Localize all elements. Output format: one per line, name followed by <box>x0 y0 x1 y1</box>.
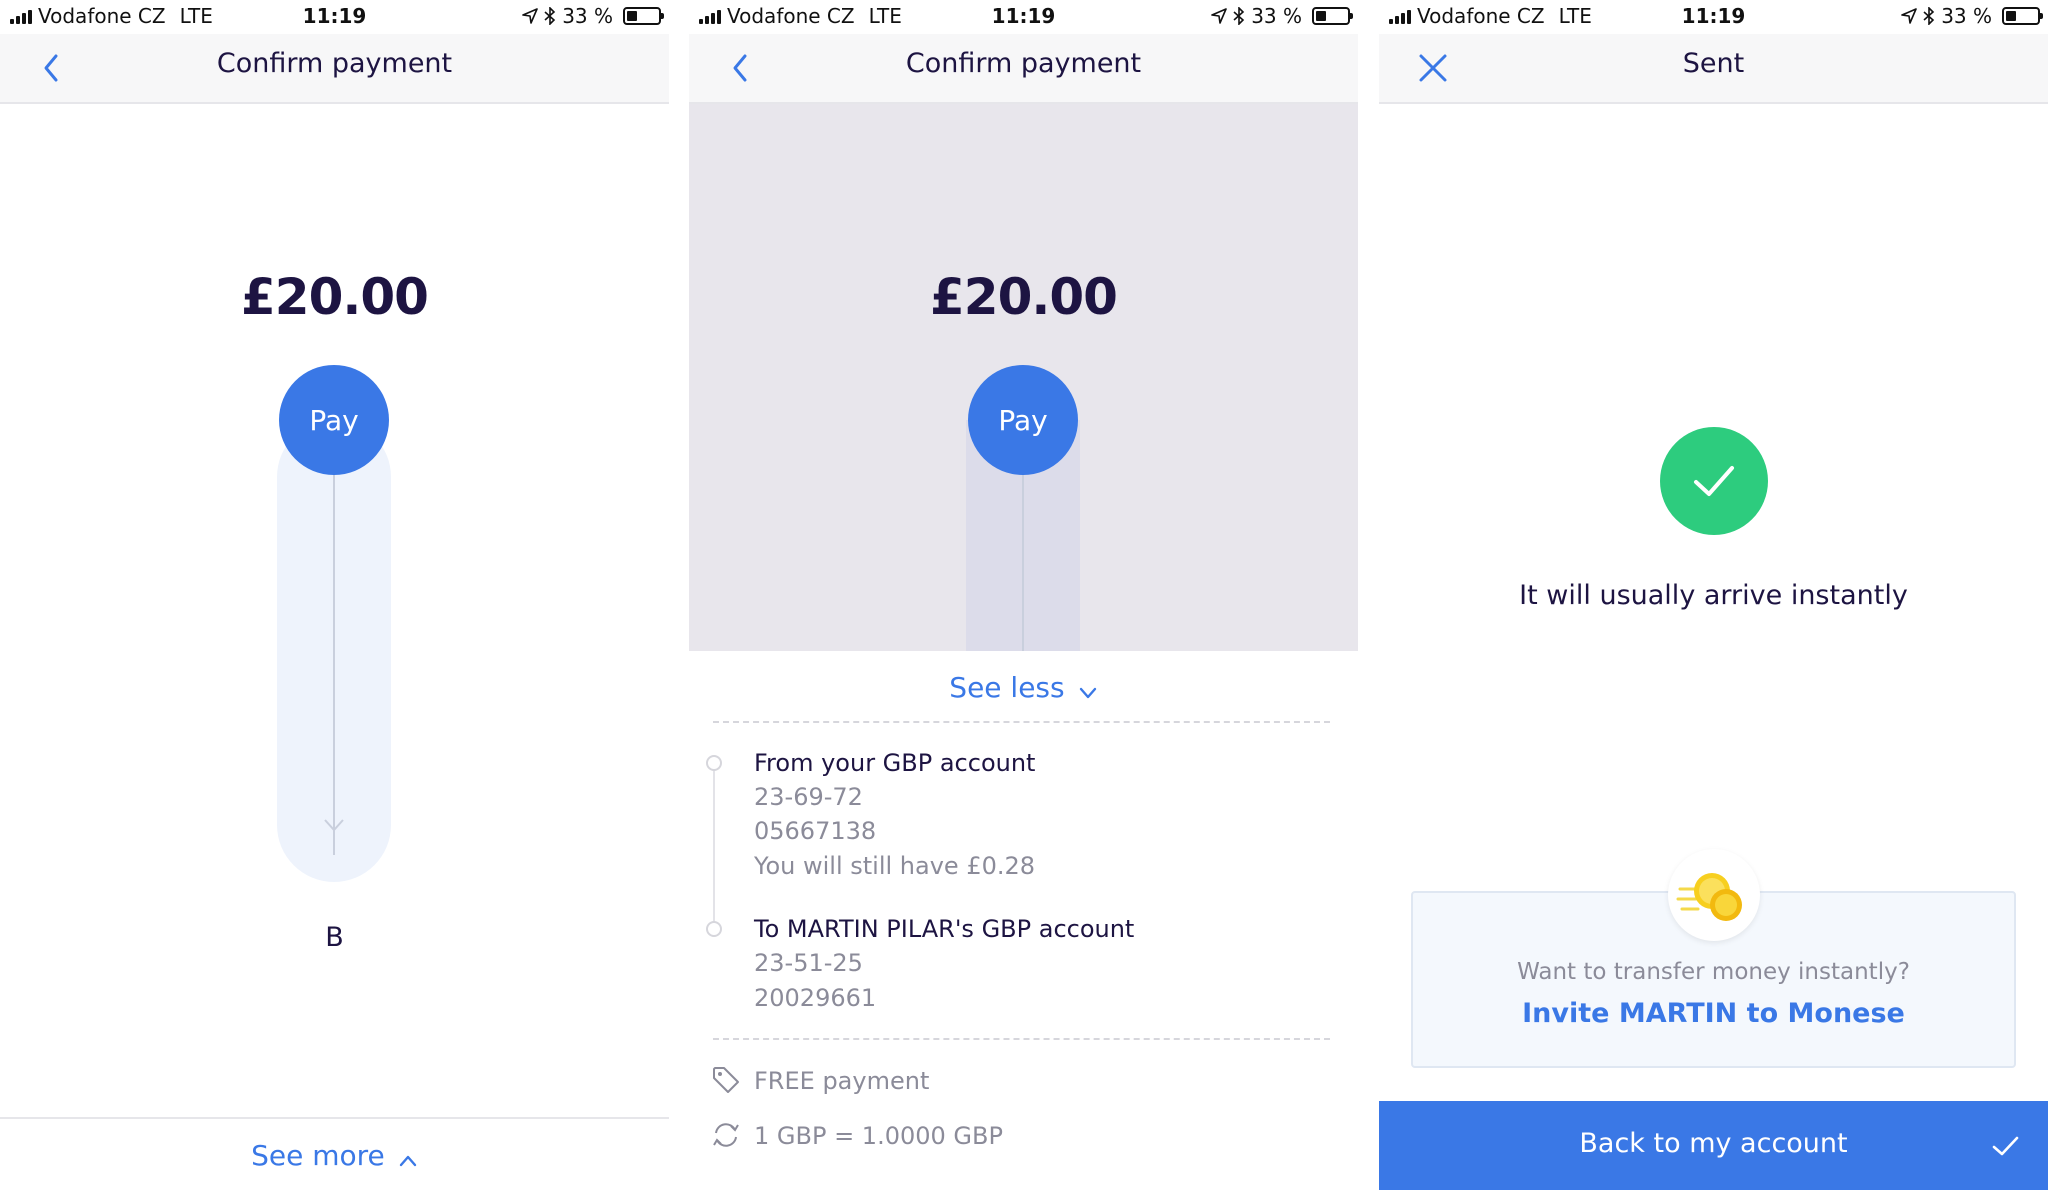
battery-percent: 33 % <box>1251 4 1302 28</box>
battery-icon <box>623 7 664 25</box>
price-tag-icon <box>713 1067 739 1093</box>
payment-amount: £20.00 <box>930 268 1118 326</box>
chevron-up-icon <box>399 1155 417 1166</box>
exchange-rate-text: 1 GBP = 1.0000 GBP <box>754 1122 1003 1150</box>
divider <box>713 1038 1330 1040</box>
back-to-account-button[interactable]: Back to my account <box>1379 1101 2048 1190</box>
swipe-target-label: B <box>325 922 344 953</box>
arrow-down-icon <box>324 819 344 832</box>
payment-details-panel: See less From your GBP account 23-69-72 … <box>689 651 1358 1190</box>
dimmed-payment-area: £20.00 Pay <box>689 104 1358 651</box>
invite-question: Want to transfer money instantly? <box>1517 959 1910 985</box>
cta-label: Back to my account <box>1579 1128 1848 1159</box>
battery-percent: 33 % <box>562 4 613 28</box>
remaining-balance: You will still have £0.28 <box>754 852 1036 880</box>
confirm-payment-details-screen: Vodafone CZ LTE 11:19 33 % Confirm payme… <box>689 0 1358 1190</box>
swipe-track-line <box>333 450 335 855</box>
see-more-bar: See more <box>0 1117 669 1190</box>
swipe-track <box>277 420 391 882</box>
fee-text: FREE payment <box>754 1067 930 1095</box>
from-sort-code: 23-69-72 <box>754 783 863 811</box>
battery-percent: 33 % <box>1941 4 1992 28</box>
pay-slider-button[interactable]: Pay <box>279 365 389 475</box>
confirm-payment-screen: Vodafone CZ LTE 11:19 33 % Confirm payme… <box>0 0 669 1190</box>
timeline-dot <box>706 921 722 937</box>
to-sort-code: 23-51-25 <box>754 949 863 977</box>
from-account-title: From your GBP account <box>754 749 1036 777</box>
pay-slider-button[interactable]: Pay <box>968 365 1078 475</box>
nav-bar: Sent <box>1379 34 2048 104</box>
divider <box>713 721 1330 723</box>
battery-icon <box>2002 7 2043 25</box>
location-icon <box>1211 8 1227 24</box>
see-less-button[interactable]: See less <box>689 671 1358 704</box>
location-icon <box>522 8 538 24</box>
see-more-label: See more <box>251 1139 385 1172</box>
to-account-title: To MARTIN PILAR's GBP account <box>754 915 1135 943</box>
exchange-icon <box>713 1123 739 1147</box>
nav-bar: Confirm payment <box>689 34 1358 104</box>
battery-icon <box>1312 7 1353 25</box>
page-title: Confirm payment <box>905 48 1142 79</box>
payment-sent-screen: Vodafone CZ LTE 11:19 33 % Sent It will … <box>1379 0 2048 1190</box>
from-account-number: 05667138 <box>754 817 877 845</box>
success-badge <box>1660 427 1768 535</box>
page-title: Confirm payment <box>216 48 453 79</box>
arrival-message: It will usually arrive instantly <box>1519 580 1908 611</box>
check-icon <box>1992 1136 2019 1156</box>
status-bar: Vodafone CZ LTE 11:19 33 % <box>689 0 1358 34</box>
status-bar: Vodafone CZ LTE 11:19 33 % <box>0 0 669 34</box>
coins-icon <box>1668 849 1760 941</box>
see-less-label: See less <box>949 671 1065 704</box>
bluetooth-icon <box>1233 7 1245 25</box>
payment-amount: £20.00 <box>241 268 429 326</box>
checkmark-icon <box>1694 466 1734 496</box>
bluetooth-icon <box>544 7 556 25</box>
timeline-line <box>713 763 715 929</box>
invite-link[interactable]: Invite MARTIN to Monese <box>1413 998 2014 1029</box>
nav-bar: Confirm payment <box>0 34 669 104</box>
location-icon <box>1901 8 1917 24</box>
bluetooth-icon <box>1923 7 1935 25</box>
timeline-dot <box>706 755 722 771</box>
to-account-number: 20029661 <box>754 984 877 1012</box>
page-title: Sent <box>1682 48 1745 79</box>
status-bar: Vodafone CZ LTE 11:19 33 % <box>1379 0 2048 34</box>
see-more-button[interactable]: See more <box>0 1139 669 1172</box>
chevron-down-icon <box>1079 687 1096 698</box>
